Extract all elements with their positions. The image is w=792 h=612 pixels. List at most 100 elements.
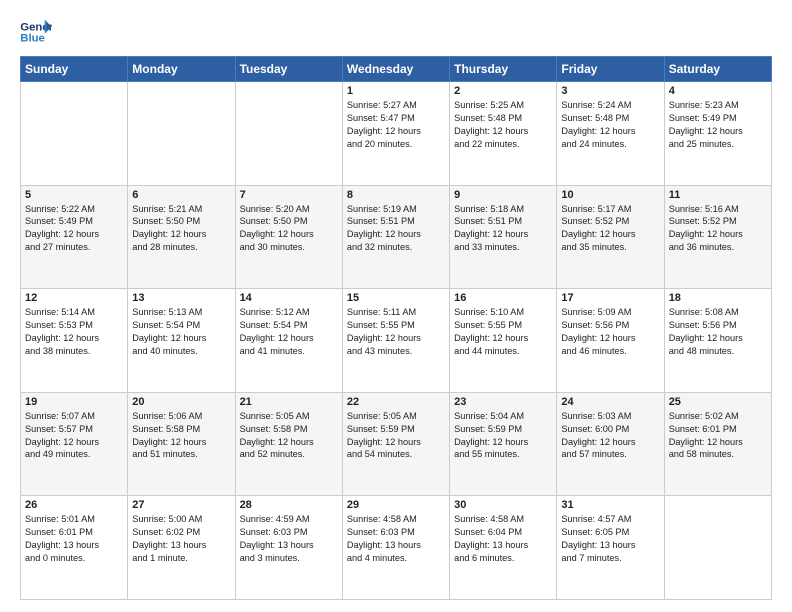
weekday-header-wednesday: Wednesday (342, 57, 449, 82)
day-number: 23 (454, 396, 552, 408)
calendar-cell: 13 Sunrise: 5:13 AM Sunset: 5:54 PM Dayli… (128, 289, 235, 393)
calendar-row-4: 26 Sunrise: 5:01 AM Sunset: 6:01 PM Dayli… (21, 496, 772, 600)
day-number: 15 (347, 292, 445, 304)
header: General Blue (20, 18, 772, 46)
logo-icon: General Blue (20, 18, 52, 46)
day-number: 28 (240, 499, 338, 511)
day-number: 6 (132, 189, 230, 201)
weekday-header-monday: Monday (128, 57, 235, 82)
day-number: 5 (25, 189, 123, 201)
cell-info: Sunrise: 5:06 AM Sunset: 5:58 PM Dayligh… (132, 410, 230, 462)
cell-info: Sunrise: 5:12 AM Sunset: 5:54 PM Dayligh… (240, 306, 338, 358)
day-number: 26 (25, 499, 123, 511)
day-number: 8 (347, 189, 445, 201)
calendar-cell: 19 Sunrise: 5:07 AM Sunset: 5:57 PM Dayli… (21, 392, 128, 496)
day-number: 21 (240, 396, 338, 408)
calendar-cell: 7Sunrise: 5:20 AM Sunset: 5:50 PM Daylig… (235, 185, 342, 289)
weekday-header-row: SundayMondayTuesdayWednesdayThursdayFrid… (21, 57, 772, 82)
cell-info: Sunrise: 5:24 AM Sunset: 5:48 PM Dayligh… (561, 99, 659, 151)
calendar-cell: 12Sunrise: 5:14 AM Sunset: 5:53 PM Dayli… (21, 289, 128, 393)
calendar-cell: 4 Sunrise: 5:23 AM Sunset: 5:49 PM Daylig… (664, 82, 771, 186)
page: General Blue SundayMondayTuesdayWednesda… (0, 0, 792, 612)
day-number: 19 (25, 396, 123, 408)
day-number: 22 (347, 396, 445, 408)
calendar-cell (235, 82, 342, 186)
cell-info: Sunrise: 5:07 AM Sunset: 5:57 PM Dayligh… (25, 410, 123, 462)
calendar-cell: 14 Sunrise: 5:12 AM Sunset: 5:54 PM Dayli… (235, 289, 342, 393)
calendar-cell: 5 Sunrise: 5:22 AM Sunset: 5:49 PM Daylig… (21, 185, 128, 289)
cell-info: Sunrise: 5:04 AM Sunset: 5:59 PM Dayligh… (454, 410, 552, 462)
cell-info: Sunrise: 5:01 AM Sunset: 6:01 PM Dayligh… (25, 513, 123, 565)
day-number: 14 (240, 292, 338, 304)
calendar-cell: 21 Sunrise: 5:05 AM Sunset: 5:58 PM Dayli… (235, 392, 342, 496)
cell-info: Sunrise: 4:58 AM Sunset: 6:04 PM Dayligh… (454, 513, 552, 565)
day-number: 16 (454, 292, 552, 304)
day-number: 25 (669, 396, 767, 408)
calendar-cell: 2 Sunrise: 5:25 AM Sunset: 5:48 PM Daylig… (450, 82, 557, 186)
calendar-row-1: 5 Sunrise: 5:22 AM Sunset: 5:49 PM Daylig… (21, 185, 772, 289)
calendar-table: SundayMondayTuesdayWednesdayThursdayFrid… (20, 56, 772, 600)
calendar-cell: 22 Sunrise: 5:05 AM Sunset: 5:59 PM Dayli… (342, 392, 449, 496)
cell-info: Sunrise: 5:27 AM Sunset: 5:47 PM Dayligh… (347, 99, 445, 151)
day-number: 27 (132, 499, 230, 511)
day-number: 20 (132, 396, 230, 408)
day-number: 18 (669, 292, 767, 304)
day-number: 29 (347, 499, 445, 511)
weekday-header-tuesday: Tuesday (235, 57, 342, 82)
cell-info: Sunrise: 5:05 AM Sunset: 5:59 PM Dayligh… (347, 410, 445, 462)
calendar-cell: 18 Sunrise: 5:08 AM Sunset: 5:56 PM Dayli… (664, 289, 771, 393)
calendar-row-3: 19 Sunrise: 5:07 AM Sunset: 5:57 PM Dayli… (21, 392, 772, 496)
calendar-cell: 30Sunrise: 4:58 AM Sunset: 6:04 PM Dayli… (450, 496, 557, 600)
cell-info: Sunrise: 4:59 AM Sunset: 6:03 PM Dayligh… (240, 513, 338, 565)
cell-info: Sunrise: 5:16 AM Sunset: 5:52 PM Dayligh… (669, 203, 767, 255)
cell-info: Sunrise: 5:03 AM Sunset: 6:00 PM Dayligh… (561, 410, 659, 462)
day-number: 2 (454, 85, 552, 97)
calendar-cell: 29 Sunrise: 4:58 AM Sunset: 6:03 PM Dayli… (342, 496, 449, 600)
cell-info: Sunrise: 5:02 AM Sunset: 6:01 PM Dayligh… (669, 410, 767, 462)
calendar-cell: 1 Sunrise: 5:27 AM Sunset: 5:47 PM Daylig… (342, 82, 449, 186)
day-number: 3 (561, 85, 659, 97)
calendar-cell: 17Sunrise: 5:09 AM Sunset: 5:56 PM Dayli… (557, 289, 664, 393)
calendar-cell: 27 Sunrise: 5:00 AM Sunset: 6:02 PM Dayli… (128, 496, 235, 600)
calendar-cell: 24 Sunrise: 5:03 AM Sunset: 6:00 PM Dayli… (557, 392, 664, 496)
cell-info: Sunrise: 5:19 AM Sunset: 5:51 PM Dayligh… (347, 203, 445, 255)
calendar-cell (128, 82, 235, 186)
cell-info: Sunrise: 5:25 AM Sunset: 5:48 PM Dayligh… (454, 99, 552, 151)
cell-info: Sunrise: 5:13 AM Sunset: 5:54 PM Dayligh… (132, 306, 230, 358)
calendar-cell: 25 Sunrise: 5:02 AM Sunset: 6:01 PM Dayli… (664, 392, 771, 496)
calendar-cell: 8 Sunrise: 5:19 AM Sunset: 5:51 PM Daylig… (342, 185, 449, 289)
weekday-header-saturday: Saturday (664, 57, 771, 82)
day-number: 13 (132, 292, 230, 304)
calendar-cell: 11 Sunrise: 5:16 AM Sunset: 5:52 PM Dayli… (664, 185, 771, 289)
day-number: 4 (669, 85, 767, 97)
day-number: 7 (240, 189, 338, 201)
cell-info: Sunrise: 5:10 AM Sunset: 5:55 PM Dayligh… (454, 306, 552, 358)
day-number: 12 (25, 292, 123, 304)
calendar-cell (664, 496, 771, 600)
weekday-header-thursday: Thursday (450, 57, 557, 82)
cell-info: Sunrise: 5:08 AM Sunset: 5:56 PM Dayligh… (669, 306, 767, 358)
cell-info: Sunrise: 5:21 AM Sunset: 5:50 PM Dayligh… (132, 203, 230, 255)
cell-info: Sunrise: 4:58 AM Sunset: 6:03 PM Dayligh… (347, 513, 445, 565)
day-number: 11 (669, 189, 767, 201)
calendar-cell: 31Sunrise: 4:57 AM Sunset: 6:05 PM Dayli… (557, 496, 664, 600)
calendar-cell: 6 Sunrise: 5:21 AM Sunset: 5:50 PM Daylig… (128, 185, 235, 289)
cell-info: Sunrise: 5:05 AM Sunset: 5:58 PM Dayligh… (240, 410, 338, 462)
calendar-cell: 26 Sunrise: 5:01 AM Sunset: 6:01 PM Dayli… (21, 496, 128, 600)
cell-info: Sunrise: 4:57 AM Sunset: 6:05 PM Dayligh… (561, 513, 659, 565)
cell-info: Sunrise: 5:22 AM Sunset: 5:49 PM Dayligh… (25, 203, 123, 255)
calendar-cell: 28 Sunrise: 4:59 AM Sunset: 6:03 PM Dayli… (235, 496, 342, 600)
day-number: 9 (454, 189, 552, 201)
calendar-cell: 10 Sunrise: 5:17 AM Sunset: 5:52 PM Dayli… (557, 185, 664, 289)
day-number: 24 (561, 396, 659, 408)
cell-info: Sunrise: 5:23 AM Sunset: 5:49 PM Dayligh… (669, 99, 767, 151)
day-number: 1 (347, 85, 445, 97)
calendar-row-2: 12Sunrise: 5:14 AM Sunset: 5:53 PM Dayli… (21, 289, 772, 393)
day-number: 10 (561, 189, 659, 201)
cell-info: Sunrise: 5:00 AM Sunset: 6:02 PM Dayligh… (132, 513, 230, 565)
calendar-cell: 16 Sunrise: 5:10 AM Sunset: 5:55 PM Dayli… (450, 289, 557, 393)
cell-info: Sunrise: 5:09 AM Sunset: 5:56 PM Dayligh… (561, 306, 659, 358)
cell-info: Sunrise: 5:17 AM Sunset: 5:52 PM Dayligh… (561, 203, 659, 255)
cell-info: Sunrise: 5:11 AM Sunset: 5:55 PM Dayligh… (347, 306, 445, 358)
weekday-header-sunday: Sunday (21, 57, 128, 82)
